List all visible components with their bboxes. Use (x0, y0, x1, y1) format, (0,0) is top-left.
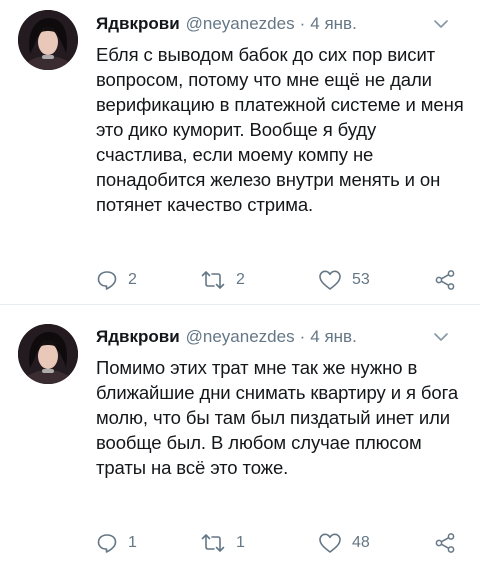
retweet-icon (200, 269, 226, 291)
heart-icon (318, 532, 342, 554)
tweet[interactable]: Ядвкрови @neyanezdes · 4 янв. Ебля с выводо… (0, 0, 480, 305)
tweet-actions: 1 1 48 (96, 531, 462, 555)
reply-icon (96, 269, 118, 291)
tweet-date[interactable]: 4 янв. (310, 14, 357, 33)
tweet-actions: 2 2 53 (96, 268, 462, 292)
avatar[interactable] (18, 324, 78, 384)
share-button[interactable] (434, 531, 456, 555)
chevron-down-icon[interactable] (432, 328, 450, 346)
share-icon (434, 532, 456, 554)
author-handle[interactable]: @neyanezdes (186, 14, 295, 33)
retweet-button[interactable]: 2 (200, 268, 245, 292)
reply-count: 1 (128, 534, 137, 551)
retweet-icon (200, 532, 226, 554)
reply-button[interactable]: 1 (96, 531, 137, 555)
retweet-button[interactable]: 1 (200, 531, 245, 555)
author-name[interactable]: Ядвкрови (96, 14, 180, 33)
reply-button[interactable]: 2 (96, 268, 137, 292)
tweet-feed: Ядвкрови @neyanezdes · 4 янв. Ебля с выводо… (0, 0, 480, 574)
share-icon (434, 269, 456, 291)
like-count: 48 (352, 534, 370, 551)
reply-count: 2 (128, 271, 137, 288)
like-button[interactable]: 48 (318, 531, 370, 555)
tweet-header: Ядвкрови @neyanezdes · 4 янв. (96, 327, 462, 347)
share-button[interactable] (434, 268, 456, 292)
chevron-down-icon[interactable] (432, 15, 450, 33)
separator-dot: · (299, 14, 306, 33)
tweet[interactable]: Ядвкрови @neyanezdes · 4 янв. Помимо этих т… (0, 305, 480, 574)
like-count: 53 (352, 271, 370, 288)
avatar[interactable] (18, 10, 78, 70)
reply-icon (96, 532, 118, 554)
heart-icon (318, 269, 342, 291)
retweet-count: 2 (236, 271, 245, 288)
retweet-count: 1 (236, 534, 245, 551)
like-button[interactable]: 53 (318, 268, 370, 292)
separator-dot: · (299, 327, 306, 346)
tweet-date[interactable]: 4 янв. (310, 327, 357, 346)
author-handle[interactable]: @neyanezdes (186, 327, 295, 346)
tweet-text: Ебля с выводом бабок до сих пор висит во… (96, 44, 464, 215)
tweet-header: Ядвкрови @neyanezdes · 4 янв. (96, 14, 462, 34)
tweet-text: Помимо этих трат мне так же нужно в ближ… (96, 357, 459, 478)
author-name[interactable]: Ядвкрови (96, 327, 180, 346)
